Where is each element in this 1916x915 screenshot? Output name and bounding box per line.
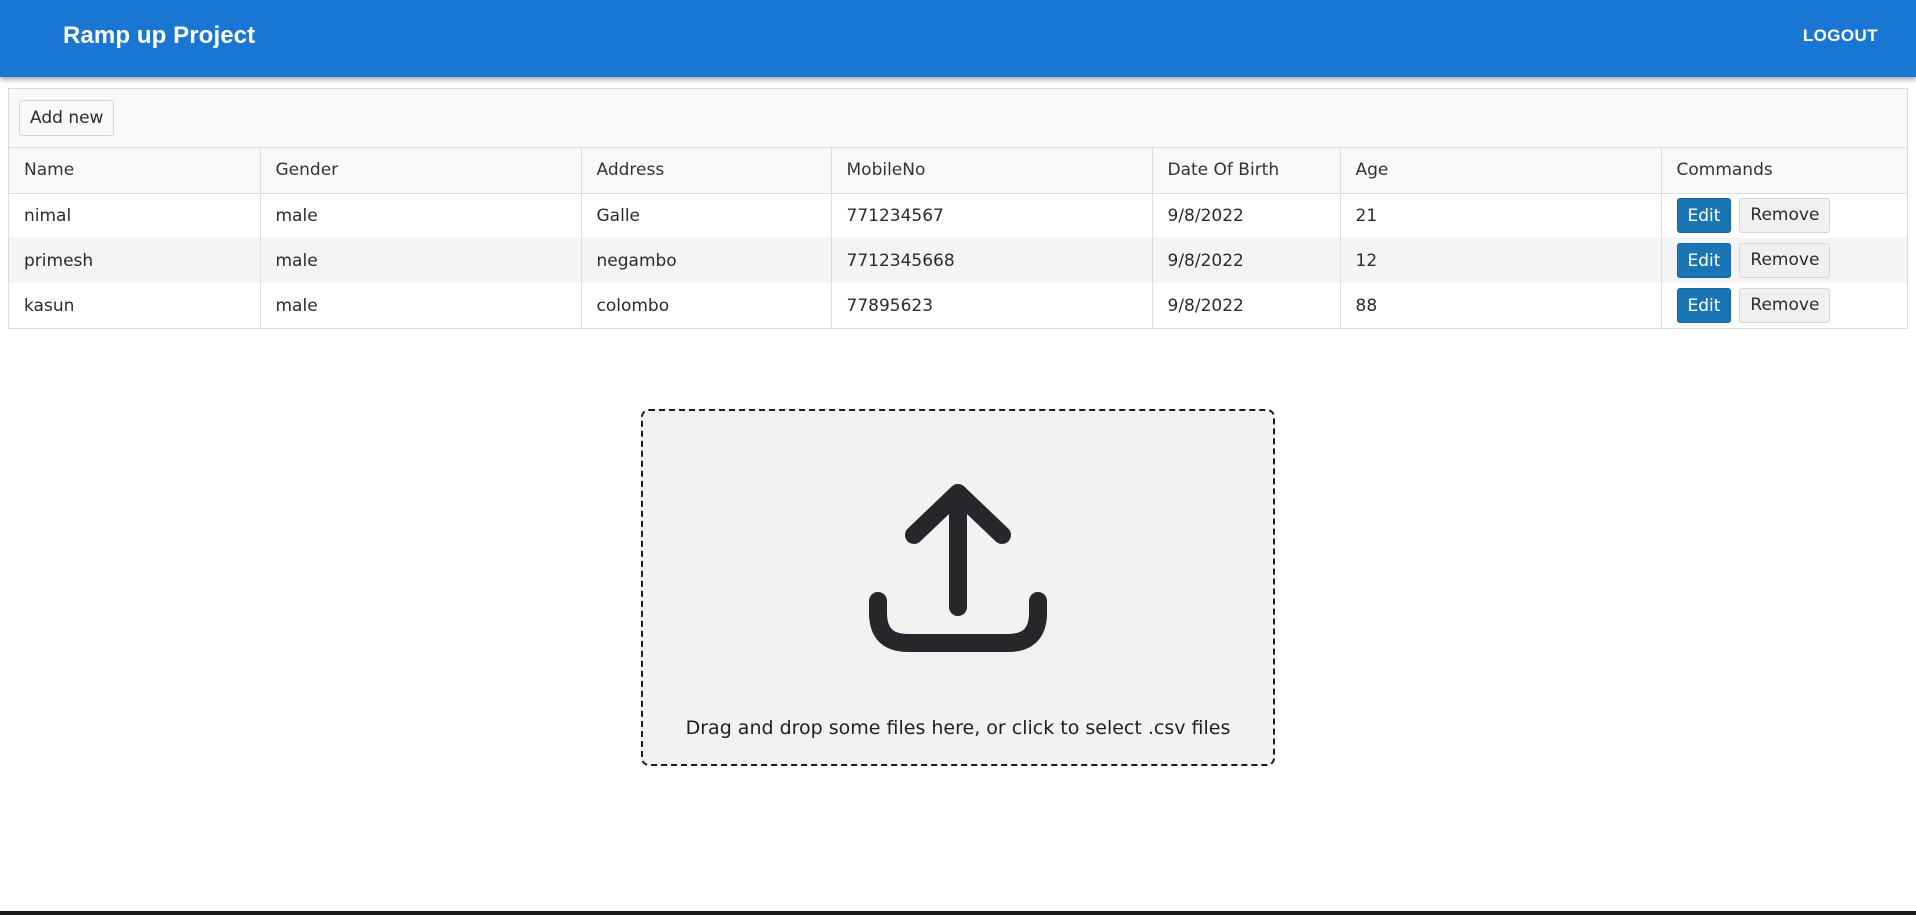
cell-mobile: 77895623 [830,283,1152,328]
cell-commands: Edit Remove [1660,238,1907,283]
data-grid: Add new Name Gender Address MobileNo Dat… [8,88,1908,329]
upload-icon [869,484,1047,652]
logout-button[interactable]: LOGOUT [1803,26,1878,46]
cell-age: 88 [1339,283,1661,328]
cell-commands: Edit Remove [1660,193,1907,238]
dropzone-instructions: Drag and drop some files here, or click … [685,717,1231,739]
header-row: Name Gender Address MobileNo Date Of Bir… [9,148,1907,194]
cell-dob: 9/8/2022 [1151,193,1340,238]
column-header-age[interactable]: Age [1339,148,1661,194]
edit-button[interactable]: Edit [1676,243,1732,278]
cell-dob: 9/8/2022 [1151,283,1340,328]
add-new-button[interactable]: Add new [19,100,115,136]
cell-address: Galle [580,193,831,238]
app-bar: Ramp up Project LOGOUT [0,0,1916,77]
table-row[interactable]: nimal male Galle 771234567 9/8/2022 21 E… [9,193,1907,238]
data-table: Name Gender Address MobileNo Date Of Bir… [9,148,1907,328]
cell-mobile: 7712345668 [830,238,1152,283]
remove-button[interactable]: Remove [1739,243,1831,278]
bottom-border [0,911,1916,915]
cell-address: colombo [580,283,831,328]
file-dropzone[interactable]: Drag and drop some files here, or click … [641,409,1275,766]
cell-age: 12 [1339,238,1661,283]
column-header-gender[interactable]: Gender [259,148,581,194]
remove-button[interactable]: Remove [1739,288,1831,323]
column-header-name[interactable]: Name [9,148,260,194]
column-header-date-of-birth[interactable]: Date Of Birth [1151,148,1340,194]
cell-commands: Edit Remove [1660,283,1907,328]
column-header-commands: Commands [1660,148,1907,194]
table-row[interactable]: primesh male negambo 7712345668 9/8/2022… [9,238,1907,283]
edit-button[interactable]: Edit [1676,198,1732,234]
column-header-address[interactable]: Address [580,148,831,194]
cell-address: negambo [580,238,831,283]
column-header-mobileno[interactable]: MobileNo [830,148,1152,194]
remove-button[interactable]: Remove [1739,198,1831,234]
cell-mobile: 771234567 [830,193,1152,238]
app-title: Ramp up Project [63,22,256,49]
cell-name: nimal [24,205,72,226]
cell-gender: male [259,283,581,328]
cell-name: primesh [24,250,94,271]
cell-gender: male [259,193,581,238]
cell-dob: 9/8/2022 [1151,238,1340,283]
table-row[interactable]: kasun male colombo 77895623 9/8/2022 88 … [9,283,1907,328]
cell-name: kasun [24,295,75,316]
edit-button[interactable]: Edit [1676,288,1732,323]
grid-toolbar: Add new [9,89,1907,148]
cell-gender: male [259,238,581,283]
cell-age: 21 [1339,193,1661,238]
